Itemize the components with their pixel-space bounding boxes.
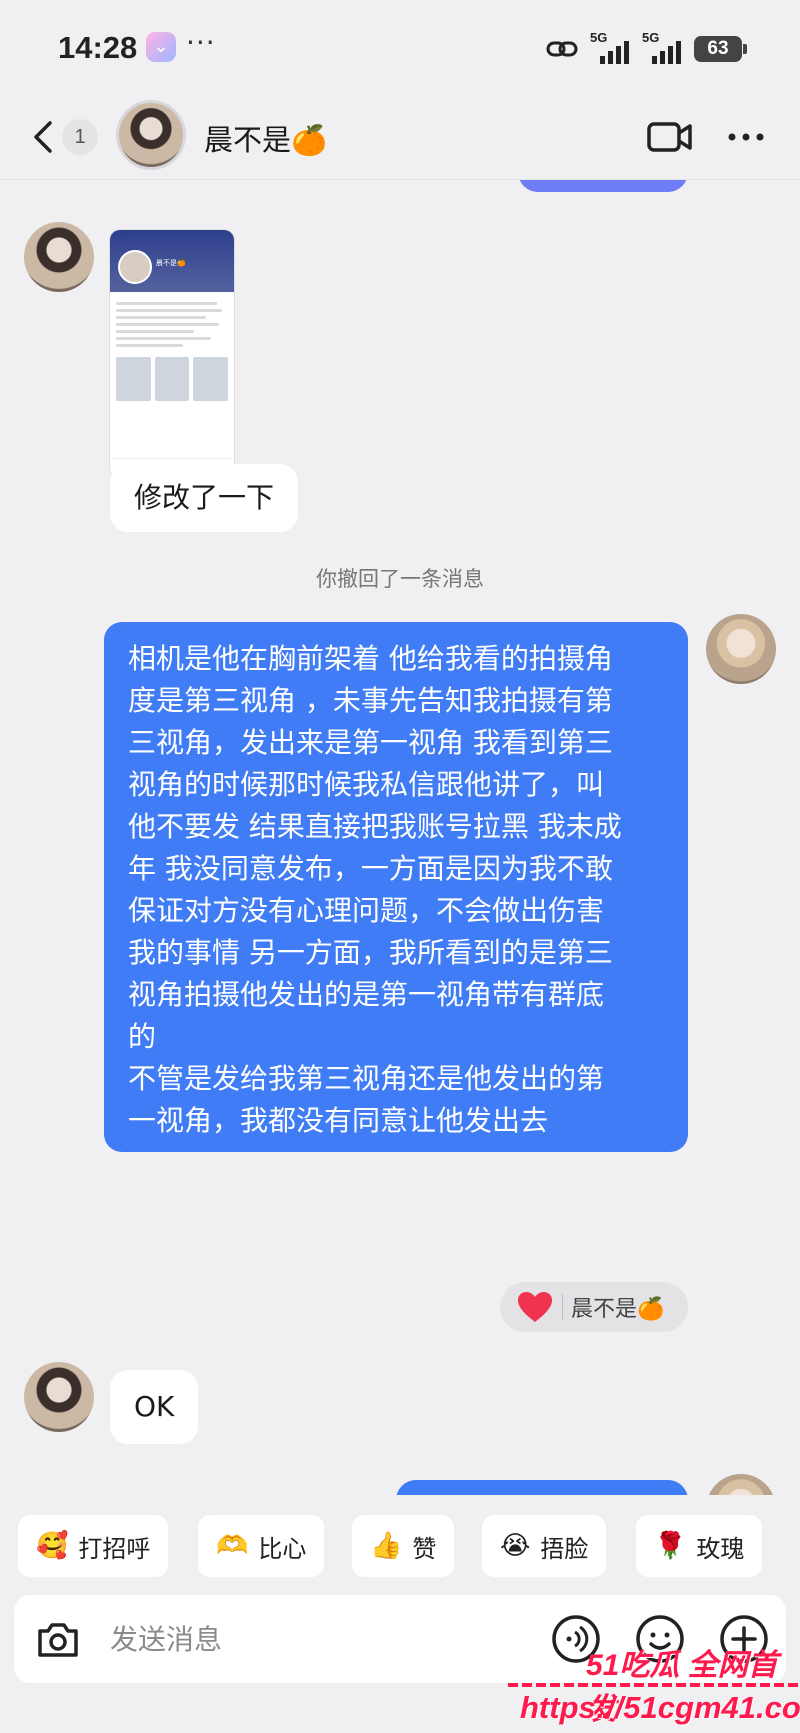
quick-reply-chip[interactable]: 🫶 比心 (198, 1515, 325, 1577)
quick-reply-chip[interactable]: 🌹 玫瑰 (636, 1515, 763, 1577)
chat-header: 1 晨不是🍊 (0, 95, 800, 180)
quick-reply-label: 赞 (412, 1534, 437, 1563)
signal-icon: 5G (642, 30, 684, 64)
reaction-user-name: 晨不是🍊 (571, 1297, 665, 1322)
back-button[interactable]: 1 (30, 117, 100, 157)
image-message[interactable]: 晨不是🍊 (110, 230, 234, 478)
rose-icon: 🌹 (654, 1531, 687, 1561)
message-line: 度是第三视角 ，未事先告知我拍摄有第 (128, 684, 613, 717)
message-line: 视角拍摄他发出的是第一视角带有群底 (128, 978, 605, 1011)
message-line: 三视角，发出来是第一视角 我看到第三 (128, 726, 613, 759)
my-avatar[interactable] (706, 1474, 776, 1495)
video-call-icon[interactable] (646, 119, 694, 155)
message-line: 相机是他在胸前架着 他给我看的拍摄角 (128, 642, 613, 675)
smiling-face-icon: 🥰 (36, 1531, 69, 1561)
outgoing-message[interactable]: 相机是他在胸前架着 他给我看的拍摄角 度是第三视角 ，未事先告知我拍摄有第 三视角，… (104, 622, 688, 1152)
battery-icon: 63 (694, 36, 747, 62)
incoming-message[interactable]: OK (110, 1370, 199, 1444)
message-line: 的 (128, 1020, 157, 1053)
quick-reply-label: 捂脸 (540, 1534, 589, 1563)
my-avatar[interactable] (706, 614, 776, 684)
watermark-url: https://51cgm41.com (520, 1690, 800, 1725)
thumbs-up-icon: 👍 (370, 1531, 403, 1561)
quick-reply-label: 比心 (258, 1534, 307, 1563)
message-line: 保证对方没有心理问题，不会做出伤害 (128, 894, 605, 927)
heart-icon (518, 1292, 552, 1322)
quick-reply-chip[interactable]: 😭 捂脸 (482, 1515, 607, 1577)
outgoing-message[interactable] (396, 1480, 688, 1495)
status-bar: 14:28 ⌄ ··· 5G 5G 63 (0, 0, 800, 95)
chevron-left-icon (34, 121, 52, 153)
preview-avatar (118, 250, 152, 284)
chat-message-list[interactable]: 晨不是🍊 修改了一下 你撤回了一条消息 相机是他在胸前架着 他给我看的拍摄角 度是… (0, 180, 800, 1495)
status-indicators: 5G 5G 63 (546, 30, 747, 66)
message-line: 我的事情 另一方面，我所看到的是第三 (128, 936, 613, 969)
message-line: 年 我没同意发布，一方面是因为我不敢 (128, 852, 613, 885)
camera-icon[interactable] (34, 1615, 82, 1663)
contact-avatar[interactable] (24, 1362, 94, 1432)
quick-reply-label: 玫瑰 (696, 1534, 745, 1563)
heart-hands-icon: 🫶 (216, 1531, 249, 1561)
contact-avatar[interactable] (116, 100, 186, 170)
quick-reply-bar: 🥰 打招呼 🫶 比心 👍 赞 😭 捂脸 🌹 玫瑰 (0, 1495, 800, 1585)
message-line: 一视角，我都没有同意让他发出去 (128, 1104, 549, 1137)
message-line: 不管是发给我第三视角还是他发出的第 (128, 1062, 605, 1095)
incoming-message[interactable]: 修改了一下 (110, 464, 299, 532)
unread-count-badge: 1 (62, 119, 98, 155)
crying-face-icon: 😭 (500, 1531, 531, 1561)
quick-reply-label: 打招呼 (78, 1534, 151, 1563)
previous-outgoing-bubble (518, 180, 688, 192)
contact-name[interactable]: 晨不是🍊 (204, 117, 327, 159)
contact-avatar[interactable] (24, 222, 94, 292)
outgoing-message-text: 相机是他在胸前架着 他给我看的拍摄角 度是第三视角 ，未事先告知我拍摄有第 三视角，… (128, 638, 664, 1142)
preview-bio-text (110, 292, 234, 347)
link-icon (546, 41, 578, 57)
watermark-divider (508, 1683, 800, 1687)
reaction-divider (562, 1294, 563, 1320)
message-line: 他不要发 结果直接把我账号拉黑 我未成 (128, 810, 622, 843)
status-time: 14:28 (58, 30, 138, 65)
app-notification-icon: ⌄ (146, 32, 176, 62)
more-options-icon[interactable] (722, 119, 770, 155)
quick-reply-chip[interactable]: 👍 赞 (352, 1515, 455, 1577)
quick-reply-chip[interactable]: 🥰 打招呼 (18, 1515, 169, 1577)
more-notifications-icon: ··· (186, 26, 216, 59)
preview-profile-name: 晨不是🍊 (156, 259, 186, 267)
preview-post-grid (110, 351, 234, 407)
message-input[interactable] (110, 1617, 450, 1661)
recall-notice: 你撤回了一条消息 (316, 567, 484, 591)
signal-icon: 5G (590, 30, 632, 64)
message-reaction[interactable]: 晨不是🍊 (500, 1282, 688, 1332)
message-line: 视角的时候那时候我私信跟他讲了，叫 (128, 768, 605, 801)
